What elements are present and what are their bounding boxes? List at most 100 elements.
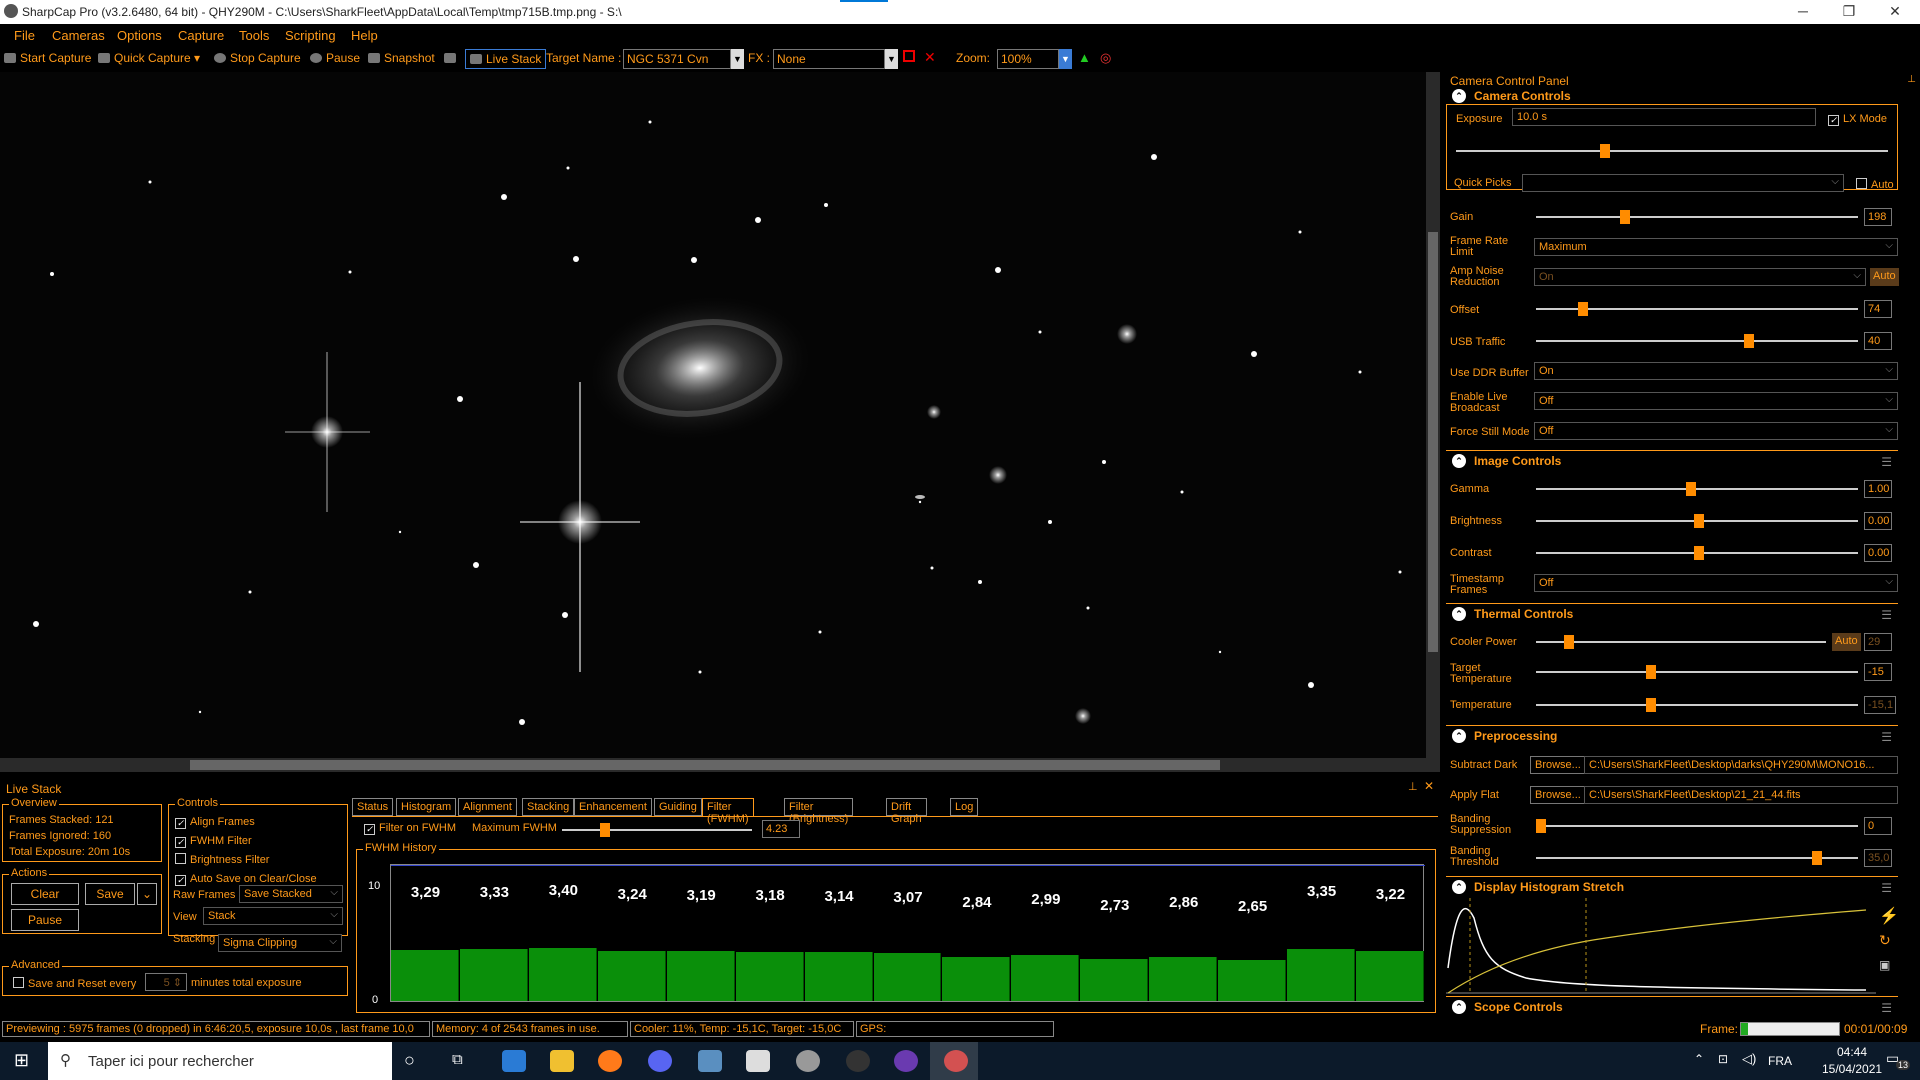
pin-icon[interactable]: ⊥: [1907, 74, 1916, 85]
target-temperature-value[interactable]: -15: [1864, 663, 1892, 681]
collapse-icon[interactable]: ⌃: [1452, 880, 1466, 894]
restore-button[interactable]: ❐: [1826, 0, 1872, 24]
brightness-value[interactable]: 0.00: [1864, 512, 1892, 530]
target-dropdown-arrow[interactable]: ▼: [731, 49, 744, 69]
offset-slider[interactable]: [1536, 302, 1858, 316]
save-dropdown-arrow[interactable]: ⌄: [137, 883, 157, 905]
menu-options[interactable]: Options: [117, 28, 162, 43]
gain-slider[interactable]: [1536, 210, 1858, 224]
target-temperature-slider[interactable]: [1536, 665, 1858, 679]
reset-icon[interactable]: ↻: [1879, 932, 1891, 949]
flat-path-select[interactable]: C:\Users\SharkFleet\Desktop\21_21_44.fit…: [1584, 786, 1898, 804]
auto-checkbox[interactable]: Auto: [1856, 178, 1894, 191]
dark-browse-button[interactable]: Browse...: [1530, 756, 1586, 774]
clear-button[interactable]: Clear: [11, 883, 79, 905]
pause-button[interactable]: Pause: [310, 51, 360, 65]
gamma-slider-thumb[interactable]: [1686, 482, 1696, 496]
force-still-select[interactable]: Off ⌵: [1534, 422, 1898, 440]
image-viewer[interactable]: [0, 72, 1440, 758]
contrast-slider[interactable]: [1536, 546, 1858, 560]
histogram-icon[interactable]: ▲: [1078, 50, 1091, 65]
tab-guiding[interactable]: Guiding: [654, 798, 702, 816]
menu-icon[interactable]: ☰: [1881, 608, 1892, 622]
save-icon[interactable]: ▣: [1879, 958, 1890, 972]
timestamp-select[interactable]: Off ⌵: [1534, 574, 1898, 592]
task-view-icon[interactable]: ⧉: [452, 1051, 463, 1068]
brightness-slider[interactable]: [1536, 514, 1858, 528]
lightning-icon[interactable]: ⚡: [1879, 906, 1899, 926]
preprocessing-header[interactable]: ⌃ Preprocessing ☰: [1446, 725, 1898, 747]
target-name-input[interactable]: NGC 5371 Cvn: [623, 49, 731, 69]
exposure-slider-thumb[interactable]: [1600, 144, 1610, 158]
planetarium-icon[interactable]: [796, 1050, 820, 1072]
stacking-select[interactable]: Sigma Clipping ⌵: [218, 934, 342, 952]
snapshot-button[interactable]: Snapshot: [368, 51, 435, 65]
max-fwhm-value[interactable]: 4.23: [762, 820, 800, 838]
clock-date[interactable]: 15/04/2021: [1822, 1062, 1882, 1076]
start-capture-button[interactable]: Start Capture: [4, 51, 91, 65]
stellarium-icon[interactable]: [894, 1050, 918, 1072]
ddr-buffer-select[interactable]: On ⌵: [1534, 362, 1898, 380]
menu-cameras[interactable]: Cameras: [52, 28, 105, 43]
tab-status[interactable]: Status: [352, 798, 394, 816]
save-reset-checkbox[interactable]: Save and Reset every: [13, 977, 136, 990]
offset-value[interactable]: 74: [1864, 300, 1892, 318]
max-fwhm-slider-thumb[interactable]: [600, 823, 610, 837]
max-fwhm-slider[interactable]: [562, 823, 752, 837]
discord-icon[interactable]: [648, 1050, 672, 1072]
brightness-filter-checkbox[interactable]: Brightness Filter: [175, 851, 317, 870]
usb-traffic-value[interactable]: 40: [1864, 332, 1892, 350]
exposure-input[interactable]: 10.0 s: [1512, 108, 1816, 126]
pause-stack-button[interactable]: Pause: [11, 909, 79, 931]
brightness-slider-thumb[interactable]: [1694, 514, 1704, 528]
taskbar-search-box[interactable]: ⚲ Taper ici pour rechercher: [48, 1042, 392, 1080]
tab-log[interactable]: Log: [950, 798, 979, 816]
hscroll-thumb[interactable]: [190, 760, 1220, 770]
amp-noise-select[interactable]: On ⌵: [1534, 268, 1866, 286]
image-controls-header[interactable]: ⌃ Image Controls ☰: [1446, 450, 1898, 472]
frame-rate-select[interactable]: Maximum ⌵: [1534, 238, 1898, 256]
cooler-power-value[interactable]: 29: [1864, 633, 1892, 651]
banding-suppression-slider-thumb[interactable]: [1536, 819, 1546, 833]
vscroll-thumb[interactable]: [1428, 232, 1438, 652]
banding-threshold-value[interactable]: 35,0: [1864, 849, 1892, 867]
network-icon[interactable]: ⊡: [1718, 1052, 1728, 1066]
collapse-icon[interactable]: ⌃: [1452, 454, 1466, 468]
monitor-icon[interactable]: [444, 51, 460, 65]
gain-value[interactable]: 198: [1864, 208, 1892, 226]
viewer-horizontal-scrollbar[interactable]: [0, 758, 1440, 772]
quick-picks-select[interactable]: ⌵: [1522, 174, 1844, 192]
gamma-value[interactable]: 1.00: [1864, 480, 1892, 498]
thermal-controls-header[interactable]: ⌃ Thermal Controls ☰: [1446, 603, 1898, 625]
minimize-button[interactable]: ─: [1780, 0, 1826, 24]
live-stack-button[interactable]: Live Stack: [465, 49, 547, 69]
contrast-slider-thumb[interactable]: [1694, 546, 1704, 560]
collapse-icon[interactable]: ⌃: [1452, 89, 1466, 103]
live-broadcast-select[interactable]: Off ⌵: [1534, 392, 1898, 410]
fx-box-icon[interactable]: [903, 50, 915, 62]
cooler-power-slider-thumb[interactable]: [1564, 635, 1574, 649]
minutes-stepper[interactable]: 5 ⇕: [145, 973, 187, 991]
windows-start-icon[interactable]: ⊞: [14, 1050, 29, 1071]
usb-traffic-slider-thumb[interactable]: [1744, 334, 1754, 348]
gain-slider-thumb[interactable]: [1620, 210, 1630, 224]
banding-threshold-slider[interactable]: [1536, 851, 1858, 865]
tray-chevron-icon[interactable]: ⌃: [1694, 1052, 1704, 1066]
raw-frames-select[interactable]: Save Stacked ⌵: [239, 885, 343, 903]
banding-threshold-slider-thumb[interactable]: [1812, 851, 1822, 865]
histogram-stretch-header[interactable]: ⌃ Display Histogram Stretch ☰: [1446, 876, 1898, 898]
collapse-icon[interactable]: ⌃: [1452, 607, 1466, 621]
target-temperature-slider-thumb[interactable]: [1646, 665, 1656, 679]
flat-browse-button[interactable]: Browse...: [1530, 786, 1586, 804]
mail-icon[interactable]: [502, 1050, 526, 1072]
stop-capture-button[interactable]: Stop Capture: [214, 51, 301, 65]
menu-icon[interactable]: ☰: [1881, 881, 1892, 895]
amp-noise-auto-button[interactable]: Auto: [1870, 268, 1899, 286]
clock-time[interactable]: 04:44: [1822, 1045, 1882, 1059]
view-select[interactable]: Stack ⌵: [203, 907, 343, 925]
filter-on-fwhm-checkbox[interactable]: ✓ Filter on FWHM: [364, 822, 456, 835]
menu-capture[interactable]: Capture: [178, 28, 224, 43]
menu-icon[interactable]: ☰: [1881, 1001, 1892, 1015]
zoom-dropdown-arrow[interactable]: ▼: [1059, 49, 1072, 69]
histogram-stretch-plot[interactable]: [1446, 898, 1876, 994]
